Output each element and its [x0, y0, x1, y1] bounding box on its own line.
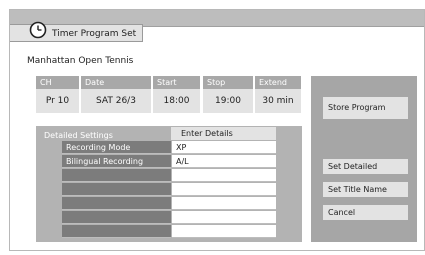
detailed-settings-title: Detailed Settings — [44, 131, 113, 140]
page-title: Timer Program Set — [52, 29, 137, 39]
setting-label[interactable]: Bilingual Recording — [62, 155, 171, 168]
setting-label[interactable]: Recording Mode — [62, 141, 171, 154]
enter-details-button[interactable]: Enter Details — [171, 127, 276, 140]
setting-value — [172, 211, 276, 224]
extend-field[interactable]: 30 min — [255, 89, 301, 113]
extend-header: Extend — [255, 76, 301, 89]
cancel-button[interactable]: Cancel — [323, 205, 408, 220]
setting-label — [62, 169, 171, 182]
store-program-button[interactable]: Store Program — [323, 97, 408, 119]
start-header: Start — [153, 76, 200, 89]
stop-header: Stop — [203, 76, 253, 89]
ch-header: CH — [36, 76, 79, 89]
date-header: Date — [81, 76, 151, 89]
setting-label — [62, 183, 171, 196]
clock-icon — [29, 21, 47, 39]
setting-label — [62, 225, 171, 238]
ch-field[interactable]: Pr 10 — [36, 89, 79, 113]
setting-label — [62, 197, 171, 210]
date-field[interactable]: SAT 26/3 — [81, 89, 151, 113]
setting-value — [172, 197, 276, 210]
set-title-name-button[interactable]: Set Title Name — [323, 182, 408, 197]
set-detailed-button[interactable]: Set Detailed — [323, 159, 408, 174]
stop-field[interactable]: 19:00 — [203, 89, 253, 113]
setting-value — [172, 225, 276, 238]
setting-value[interactable]: A/L — [172, 155, 276, 168]
start-field[interactable]: 18:00 — [153, 89, 200, 113]
setting-value[interactable]: XP — [172, 141, 276, 154]
program-name: Manhattan Open Tennis — [27, 56, 134, 66]
setting-label — [62, 211, 171, 224]
setting-value — [172, 183, 276, 196]
setting-value — [172, 169, 276, 182]
